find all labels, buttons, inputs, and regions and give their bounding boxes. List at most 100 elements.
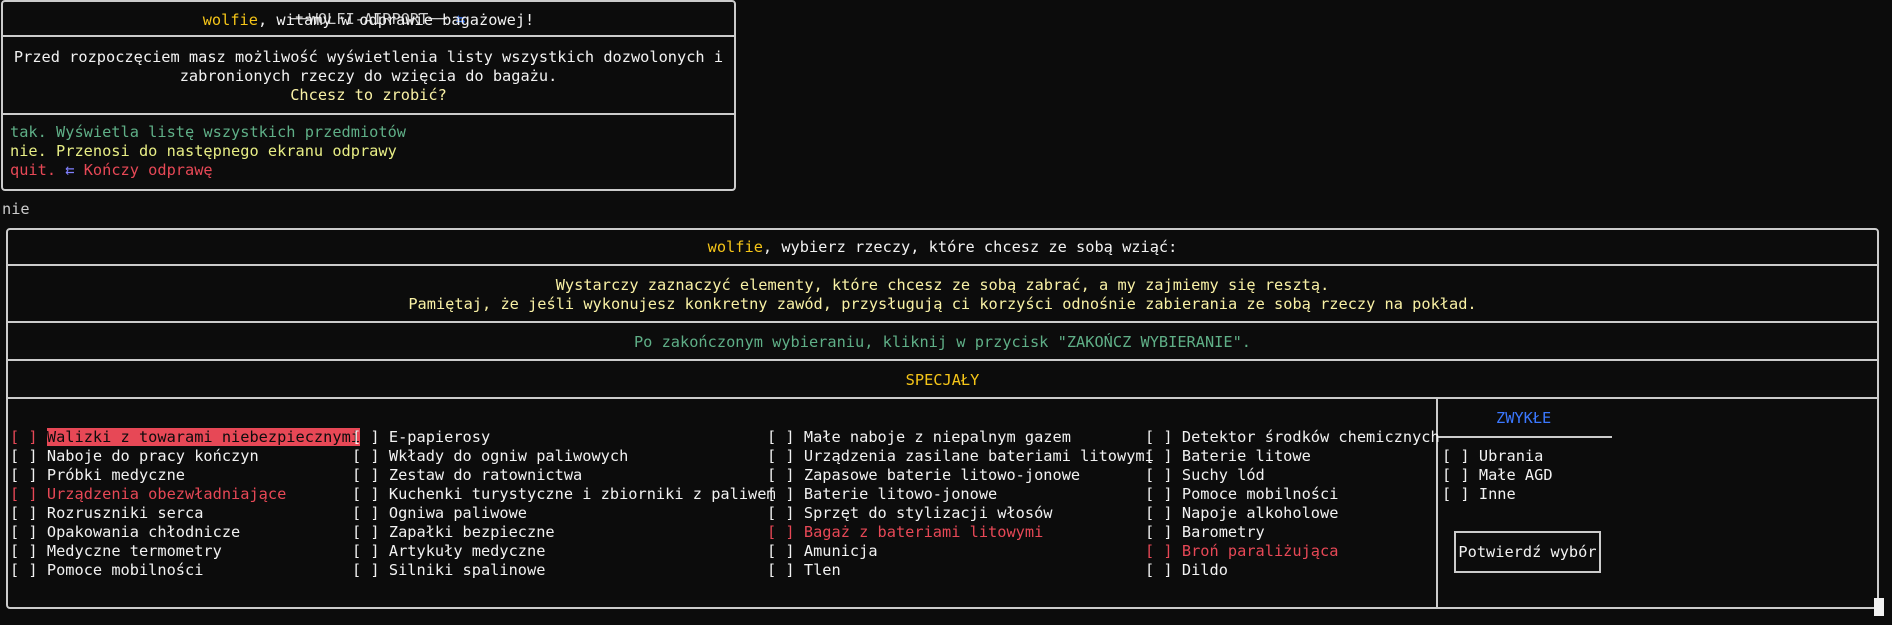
terminal-cursor (1874, 598, 1884, 616)
checkbox-mark: [ ] (352, 428, 380, 446)
finish-hint: Po zakończonym wybieraniu, kliknij w prz… (633, 333, 1252, 351)
checkbox-item[interactable]: [ ] Broń paraliżująca (1145, 542, 1338, 561)
checkbox-mark: [ ] (1145, 447, 1173, 465)
info-line-2: zabronionych rzeczy do wzięcia do bagażu… (179, 67, 558, 85)
option-nie[interactable]: nie. Przenosi do następnego ekranu odpra… (10, 142, 397, 161)
checkbox-label: Baterie litowe (1181, 447, 1311, 465)
info-question: Chcesz to zrobić? (290, 86, 447, 104)
checkbox-mark: [ ] (767, 542, 795, 560)
checkbox-label: Detektor środków chemicznych (1181, 428, 1440, 446)
checkbox-label: Pomoce mobilności (1181, 485, 1339, 503)
checkbox-label: Zestaw do ratownictwa (388, 466, 583, 484)
option-quit[interactable]: quit. ⇇ Kończy odprawę (10, 161, 213, 180)
checkbox-item[interactable]: [ ] Wkłady do ogniw paliwowych (352, 447, 628, 466)
checkbox-mark: [ ] (767, 428, 795, 446)
checkbox-item[interactable]: [ ] Kuchenki turystyczne i zbiorniki z p… (352, 485, 776, 504)
divider (1438, 436, 1612, 438)
checkbox-item[interactable]: [ ] Amunicja (767, 542, 878, 561)
header-text: , wybierz rzeczy, które chcesz ze sobą w… (762, 238, 1178, 256)
checkbox-mark: [ ] (10, 447, 38, 465)
checkbox-item[interactable]: [ ] Próbki medyczne (10, 466, 185, 485)
checkbox-label: Sprzęt do stylizacji włosów (803, 504, 1053, 522)
checkbox-label: Ubrania (1478, 447, 1544, 465)
checkbox-mark: [ ] (1442, 485, 1470, 503)
checkbox-item[interactable]: [ ] Dildo (1145, 561, 1228, 580)
checkbox-label: Kuchenki turystyczne i zbiorniki z paliw… (388, 485, 776, 503)
checkbox-item[interactable]: [ ] Pomoce mobilności (1145, 485, 1338, 504)
checkbox-item[interactable]: [ ] Urządzenia zasilane bateriami litowy… (767, 447, 1154, 466)
checkbox-label: Wkłady do ogniw paliwowych (388, 447, 629, 465)
checkbox-item[interactable]: [ ] Zapasowe baterie litowo-jonowe (767, 466, 1080, 485)
checkbox-label: Barometry (1181, 523, 1265, 541)
checkbox-item[interactable]: [ ] Sprzęt do stylizacji włosów (767, 504, 1053, 523)
instruction-line-1: Wystarczy zaznaczyć elementy, które chce… (555, 276, 1330, 294)
checkbox-mark: [ ] (10, 561, 38, 579)
checkbox-label: Medyczne termometry (46, 542, 222, 560)
checkbox-mark: [ ] (352, 466, 380, 484)
back-arrow-icon: ⇇ (65, 161, 75, 179)
checkbox-label: Amunicja (803, 542, 878, 560)
divider (1, 113, 736, 115)
header-username: wolfie (707, 238, 763, 256)
checkbox-item[interactable]: [ ] Medyczne termometry (10, 542, 222, 561)
checkbox-item[interactable]: [ ] Małe AGD (1442, 466, 1553, 485)
checkbox-item[interactable]: [ ] Artykuły medyczne (352, 542, 545, 561)
checkbox-mark: [ ] (767, 466, 795, 484)
checkbox-label: Zapałki bezpieczne (388, 523, 555, 541)
checkbox-label: Inne (1478, 485, 1516, 503)
confirm-button[interactable]: Potwierdź wybór (1454, 531, 1601, 573)
checkbox-item[interactable]: [ ] Urządzenia obezwładniające (10, 485, 286, 504)
checkbox-item[interactable]: [ ] Tlen (767, 561, 841, 580)
checkbox-item[interactable]: [ ] Naboje do pracy kończyn (10, 447, 259, 466)
checkbox-item[interactable]: [ ] E-papierosy (352, 428, 490, 447)
checkbox-item[interactable]: [ ] Baterie litowe (1145, 447, 1311, 466)
divider (6, 397, 1879, 399)
greeting-text: , witamy w odprawie bagażowej! (257, 11, 535, 29)
checkbox-mark: [ ] (1145, 504, 1173, 522)
divider (6, 359, 1879, 361)
checkbox-item[interactable]: [ ] Pomoce mobilności (10, 561, 203, 580)
checkbox-item[interactable]: [ ] Zestaw do ratownictwa (352, 466, 582, 485)
checkbox-item[interactable]: [ ] Detektor środków chemicznych (1145, 428, 1440, 447)
checkbox-mark: [ ] (10, 504, 38, 522)
checkbox-item[interactable]: [ ] Bagaż z bateriami litowymi (767, 523, 1043, 542)
checkbox-label: Walizki z towarami niebezpiecznymi (46, 428, 360, 446)
checkbox-mark: [ ] (1442, 447, 1470, 465)
checkbox-label: Artykuły medyczne (388, 542, 546, 560)
checkbox-label: Naboje do pracy kończyn (46, 447, 259, 465)
checkbox-label: Zapasowe baterie litowo-jonowe (803, 466, 1081, 484)
checkbox-item[interactable]: [ ] Inne (1442, 485, 1516, 504)
checkbox-label: Pomoce mobilności (46, 561, 204, 579)
checkbox-mark: [ ] (1145, 485, 1173, 503)
checkbox-item[interactable]: [ ] Baterie litowo-jonowe (767, 485, 997, 504)
checkbox-label: Ogniwa paliwowe (388, 504, 528, 522)
checkbox-mark: [ ] (767, 523, 795, 541)
checkbox-item[interactable]: [ ] Suchy lód (1145, 466, 1265, 485)
checkbox-item[interactable]: [ ] Barometry (1145, 523, 1265, 542)
checkbox-label: Opakowania chłodnicze (46, 523, 241, 541)
checkbox-mark: [ ] (352, 504, 380, 522)
checkbox-item[interactable]: [ ] Walizki z towarami niebezpiecznymi (10, 428, 360, 447)
checkbox-label: Broń paraliżująca (1181, 542, 1339, 560)
divider (1, 35, 736, 37)
checkbox-mark: [ ] (352, 523, 380, 541)
checkbox-mark: [ ] (352, 447, 380, 465)
info-line-1: Przed rozpoczęciem masz możliwość wyświe… (13, 48, 724, 66)
greeting-username: wolfie (202, 11, 258, 29)
checkbox-item[interactable]: [ ] Ubrania (1442, 447, 1543, 466)
checkbox-item[interactable]: [ ] Opakowania chłodnicze (10, 523, 240, 542)
checkbox-mark: [ ] (767, 485, 795, 503)
checkbox-item[interactable]: [ ] Rozruszniki serca (10, 504, 203, 523)
checkbox-item[interactable]: [ ] Małe naboje z niepalnym gazem (767, 428, 1071, 447)
checkbox-item[interactable]: [ ] Silniki spalinowe (352, 561, 545, 580)
user-input-echo: nie (2, 200, 30, 218)
option-tak[interactable]: tak. Wyświetla listę wszystkich przedmio… (10, 123, 406, 142)
checkbox-label: Suchy lód (1181, 466, 1265, 484)
checkbox-label: Małe naboje z niepalnym gazem (803, 428, 1071, 446)
checkbox-item[interactable]: [ ] Zapałki bezpieczne (352, 523, 555, 542)
checkbox-label: Małe AGD (1478, 466, 1553, 484)
checkbox-item[interactable]: [ ] Ogniwa paliwowe (352, 504, 527, 523)
checkbox-item[interactable]: [ ] Napoje alkoholowe (1145, 504, 1338, 523)
checkbox-mark: [ ] (10, 523, 38, 541)
checkbox-mark: [ ] (352, 542, 380, 560)
